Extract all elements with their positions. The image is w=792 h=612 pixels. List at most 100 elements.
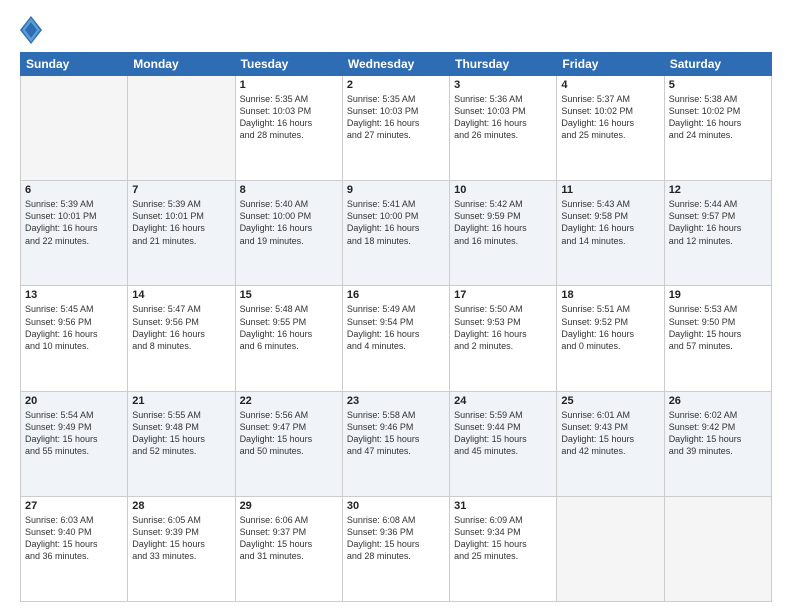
header (20, 16, 772, 44)
day-info: Sunrise: 6:01 AM Sunset: 9:43 PM Dayligh… (561, 409, 659, 458)
day-number: 4 (561, 79, 659, 91)
day-number: 1 (240, 79, 338, 91)
day-number: 22 (240, 395, 338, 407)
day-info: Sunrise: 5:36 AM Sunset: 10:03 PM Daylig… (454, 93, 552, 142)
calendar-header-thursday: Thursday (450, 53, 557, 76)
day-info: Sunrise: 5:53 AM Sunset: 9:50 PM Dayligh… (669, 303, 767, 352)
day-info: Sunrise: 5:45 AM Sunset: 9:56 PM Dayligh… (25, 303, 123, 352)
logo-icon (20, 16, 42, 44)
calendar-cell: 9 Sunrise: 5:41 AM Sunset: 10:00 PM Dayli… (342, 181, 449, 286)
day-info: Sunrise: 5:43 AM Sunset: 9:58 PM Dayligh… (561, 198, 659, 247)
day-info: Sunrise: 5:56 AM Sunset: 9:47 PM Dayligh… (240, 409, 338, 458)
calendar-cell: 27 Sunrise: 6:03 AM Sunset: 9:40 PM Dayli… (21, 496, 128, 601)
day-number: 20 (25, 395, 123, 407)
calendar-cell: 19 Sunrise: 5:53 AM Sunset: 9:50 PM Dayli… (664, 286, 771, 391)
calendar-cell: 23 Sunrise: 5:58 AM Sunset: 9:46 PM Dayli… (342, 391, 449, 496)
calendar-cell: 17Sunrise: 5:50 AM Sunset: 9:53 PM Dayli… (450, 286, 557, 391)
day-number: 6 (25, 184, 123, 196)
calendar-cell: 25 Sunrise: 6:01 AM Sunset: 9:43 PM Dayli… (557, 391, 664, 496)
day-number: 27 (25, 500, 123, 512)
day-number: 7 (132, 184, 230, 196)
day-info: Sunrise: 5:58 AM Sunset: 9:46 PM Dayligh… (347, 409, 445, 458)
day-info: Sunrise: 5:49 AM Sunset: 9:54 PM Dayligh… (347, 303, 445, 352)
calendar-cell: 20 Sunrise: 5:54 AM Sunset: 9:49 PM Dayli… (21, 391, 128, 496)
day-number: 16 (347, 289, 445, 301)
day-number: 19 (669, 289, 767, 301)
day-info: Sunrise: 5:35 AM Sunset: 10:03 PM Daylig… (240, 93, 338, 142)
day-info: Sunrise: 5:59 AM Sunset: 9:44 PM Dayligh… (454, 409, 552, 458)
calendar-cell: 8 Sunrise: 5:40 AM Sunset: 10:00 PM Dayli… (235, 181, 342, 286)
day-info: Sunrise: 5:37 AM Sunset: 10:02 PM Daylig… (561, 93, 659, 142)
calendar-cell (557, 496, 664, 601)
calendar-week-2: 6 Sunrise: 5:39 AM Sunset: 10:01 PM Dayli… (21, 181, 772, 286)
calendar-cell: 30 Sunrise: 6:08 AM Sunset: 9:36 PM Dayli… (342, 496, 449, 601)
calendar-cell: 6 Sunrise: 5:39 AM Sunset: 10:01 PM Dayli… (21, 181, 128, 286)
calendar-week-4: 20 Sunrise: 5:54 AM Sunset: 9:49 PM Dayli… (21, 391, 772, 496)
day-info: Sunrise: 5:40 AM Sunset: 10:00 PM Daylig… (240, 198, 338, 247)
day-number: 23 (347, 395, 445, 407)
calendar-cell: 14Sunrise: 5:47 AM Sunset: 9:56 PM Dayli… (128, 286, 235, 391)
day-number: 15 (240, 289, 338, 301)
calendar: SundayMondayTuesdayWednesdayThursdayFrid… (20, 52, 772, 602)
calendar-cell: 7Sunrise: 5:39 AM Sunset: 10:01 PM Dayli… (128, 181, 235, 286)
day-info: Sunrise: 5:38 AM Sunset: 10:02 PM Daylig… (669, 93, 767, 142)
day-number: 9 (347, 184, 445, 196)
calendar-cell: 31 Sunrise: 6:09 AM Sunset: 9:34 PM Dayli… (450, 496, 557, 601)
day-info: Sunrise: 6:09 AM Sunset: 9:34 PM Dayligh… (454, 514, 552, 563)
calendar-cell: 13 Sunrise: 5:45 AM Sunset: 9:56 PM Dayli… (21, 286, 128, 391)
day-info: Sunrise: 6:02 AM Sunset: 9:42 PM Dayligh… (669, 409, 767, 458)
day-number: 29 (240, 500, 338, 512)
calendar-header-wednesday: Wednesday (342, 53, 449, 76)
day-number: 10 (454, 184, 552, 196)
day-number: 5 (669, 79, 767, 91)
calendar-cell: 1 Sunrise: 5:35 AM Sunset: 10:03 PM Dayli… (235, 76, 342, 181)
day-number: 8 (240, 184, 338, 196)
calendar-cell: 4 Sunrise: 5:37 AM Sunset: 10:02 PM Dayli… (557, 76, 664, 181)
day-info: Sunrise: 5:48 AM Sunset: 9:55 PM Dayligh… (240, 303, 338, 352)
day-info: Sunrise: 6:06 AM Sunset: 9:37 PM Dayligh… (240, 514, 338, 563)
day-number: 28 (132, 500, 230, 512)
day-number: 21 (132, 395, 230, 407)
day-info: Sunrise: 6:08 AM Sunset: 9:36 PM Dayligh… (347, 514, 445, 563)
day-info: Sunrise: 6:03 AM Sunset: 9:40 PM Dayligh… (25, 514, 123, 563)
calendar-header-friday: Friday (557, 53, 664, 76)
calendar-cell: 26 Sunrise: 6:02 AM Sunset: 9:42 PM Dayli… (664, 391, 771, 496)
calendar-cell: 18 Sunrise: 5:51 AM Sunset: 9:52 PM Dayli… (557, 286, 664, 391)
calendar-cell: 11 Sunrise: 5:43 AM Sunset: 9:58 PM Dayli… (557, 181, 664, 286)
calendar-cell: 2 Sunrise: 5:35 AM Sunset: 10:03 PM Dayli… (342, 76, 449, 181)
day-number: 30 (347, 500, 445, 512)
calendar-cell: 29 Sunrise: 6:06 AM Sunset: 9:37 PM Dayli… (235, 496, 342, 601)
calendar-cell: 24Sunrise: 5:59 AM Sunset: 9:44 PM Dayli… (450, 391, 557, 496)
calendar-header-tuesday: Tuesday (235, 53, 342, 76)
calendar-cell: 22 Sunrise: 5:56 AM Sunset: 9:47 PM Dayli… (235, 391, 342, 496)
calendar-cell: 21 Sunrise: 5:55 AM Sunset: 9:48 PM Dayli… (128, 391, 235, 496)
day-number: 18 (561, 289, 659, 301)
day-info: Sunrise: 5:55 AM Sunset: 9:48 PM Dayligh… (132, 409, 230, 458)
day-info: Sunrise: 5:54 AM Sunset: 9:49 PM Dayligh… (25, 409, 123, 458)
day-number: 31 (454, 500, 552, 512)
day-number: 2 (347, 79, 445, 91)
calendar-header-sunday: Sunday (21, 53, 128, 76)
day-number: 25 (561, 395, 659, 407)
day-info: Sunrise: 6:05 AM Sunset: 9:39 PM Dayligh… (132, 514, 230, 563)
calendar-cell: 12Sunrise: 5:44 AM Sunset: 9:57 PM Dayli… (664, 181, 771, 286)
day-number: 12 (669, 184, 767, 196)
calendar-cell (664, 496, 771, 601)
calendar-cell: 16 Sunrise: 5:49 AM Sunset: 9:54 PM Dayli… (342, 286, 449, 391)
day-number: 17 (454, 289, 552, 301)
day-info: Sunrise: 5:42 AM Sunset: 9:59 PM Dayligh… (454, 198, 552, 247)
calendar-cell: 5 Sunrise: 5:38 AM Sunset: 10:02 PM Dayli… (664, 76, 771, 181)
day-number: 26 (669, 395, 767, 407)
day-number: 13 (25, 289, 123, 301)
calendar-week-3: 13 Sunrise: 5:45 AM Sunset: 9:56 PM Dayli… (21, 286, 772, 391)
day-info: Sunrise: 5:51 AM Sunset: 9:52 PM Dayligh… (561, 303, 659, 352)
day-info: Sunrise: 5:35 AM Sunset: 10:03 PM Daylig… (347, 93, 445, 142)
day-info: Sunrise: 5:41 AM Sunset: 10:00 PM Daylig… (347, 198, 445, 247)
calendar-cell (128, 76, 235, 181)
calendar-cell: 28 Sunrise: 6:05 AM Sunset: 9:39 PM Dayli… (128, 496, 235, 601)
calendar-cell: 3Sunrise: 5:36 AM Sunset: 10:03 PM Dayli… (450, 76, 557, 181)
logo (20, 16, 46, 44)
day-number: 11 (561, 184, 659, 196)
calendar-header-row: SundayMondayTuesdayWednesdayThursdayFrid… (21, 53, 772, 76)
day-info: Sunrise: 5:39 AM Sunset: 10:01 PM Daylig… (25, 198, 123, 247)
